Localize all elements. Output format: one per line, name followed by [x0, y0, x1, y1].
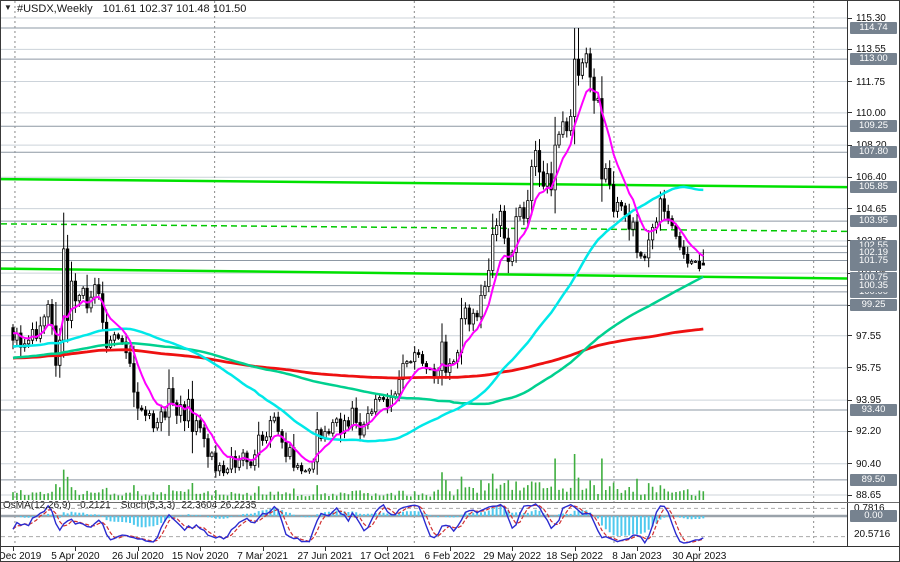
indicator-scale-label: 20.5716 [854, 529, 890, 540]
price-tick-label: 92.20 [856, 426, 881, 437]
time-tick-label: 26 Jul 2020 [112, 551, 164, 562]
price-tick-label: 97.55 [856, 331, 881, 342]
price-level-badge: 114.74 [850, 22, 897, 34]
chart-title: #USDX,Weekly 101.61 102.37 101.48 101.50 [17, 3, 246, 15]
volume-histogram [13, 454, 703, 500]
time-tick-label: 15 Nov 2020 [172, 551, 229, 562]
green-trend-line [1, 179, 847, 187]
price-level-badge: 103.95 [850, 215, 897, 227]
price-tick-label: 110.00 [856, 108, 886, 119]
time-tick-label: 6 Feb 2022 [424, 551, 475, 562]
price-level-badge: 101.75 [850, 255, 897, 267]
price-tick-mark [848, 18, 852, 19]
price-tick-mark [848, 495, 852, 496]
price-level-badge: 89.50 [850, 474, 897, 486]
time-tick-label: 29 May 2022 [483, 551, 541, 562]
chart-canvas[interactable] [1, 1, 847, 546]
pane-separator[interactable] [1, 502, 900, 503]
price-tick-mark [848, 49, 852, 50]
green-trend-line [1, 224, 847, 232]
trading-chart-window: ▼ #USDX,Weekly 101.61 102.37 101.48 101.5… [0, 0, 900, 562]
price-level-badge: 107.80 [850, 146, 897, 158]
time-tick-label: 17 Oct 2021 [360, 551, 414, 562]
price-level-badge: 113.00 [850, 53, 897, 65]
price-tick-mark [848, 463, 852, 464]
expand-arrow-icon[interactable]: ▼ [4, 3, 12, 12]
time-tick-label: 27 Jun 2021 [297, 551, 352, 562]
time-axis[interactable]: 15 Dec 2019 5 Apr 2020 26 Jul 2020 15 Nov 2… [1, 546, 900, 562]
price-tick-mark [848, 367, 852, 368]
price-tick-mark [848, 81, 852, 82]
time-tick-label: 15 Dec 2019 [1, 551, 41, 562]
time-tick-label: 5 Apr 2020 [51, 551, 99, 562]
price-tick-mark [848, 335, 852, 336]
price-tick-mark [848, 208, 852, 209]
time-tick-label: 30 Apr 2023 [672, 551, 726, 562]
chart-plot-area[interactable]: ▼ #USDX,Weekly 101.61 102.37 101.48 101.5… [1, 1, 847, 546]
symbol-period-label: #USDX,Weekly [17, 3, 93, 15]
price-tick-mark [848, 177, 852, 178]
moving-average-ma-100 [13, 277, 703, 404]
time-tick-label: 8 Jan 2023 [612, 551, 662, 562]
price-tick-mark [848, 112, 852, 113]
price-tick-mark [848, 400, 852, 401]
price-level-badge: 100.35 [850, 280, 897, 292]
price-level-badge: 99.25 [850, 299, 897, 311]
indicator-zero-badge: 0.00 [850, 510, 897, 522]
price-tick-mark [848, 431, 852, 432]
price-tick-label: 88.65 [856, 490, 881, 501]
price-tick-label: 104.65 [856, 204, 887, 215]
price-level-badge: 105.85 [850, 181, 897, 193]
price-tick-label: 95.75 [856, 363, 881, 374]
price-level-badge: 109.25 [850, 120, 897, 132]
price-level-badge: 93.40 [850, 404, 897, 416]
time-tick-label: 18 Sep 2022 [546, 551, 603, 562]
price-tick-label: 90.40 [856, 459, 881, 470]
ohlc-values: 101.61 102.37 101.48 101.50 [103, 3, 247, 15]
time-tick-label: 7 Mar 2021 [237, 551, 288, 562]
price-tick-label: 111.75 [856, 77, 885, 88]
price-axis[interactable]: 115.30113.55111.75110.00108.20106.40104.… [847, 1, 900, 546]
